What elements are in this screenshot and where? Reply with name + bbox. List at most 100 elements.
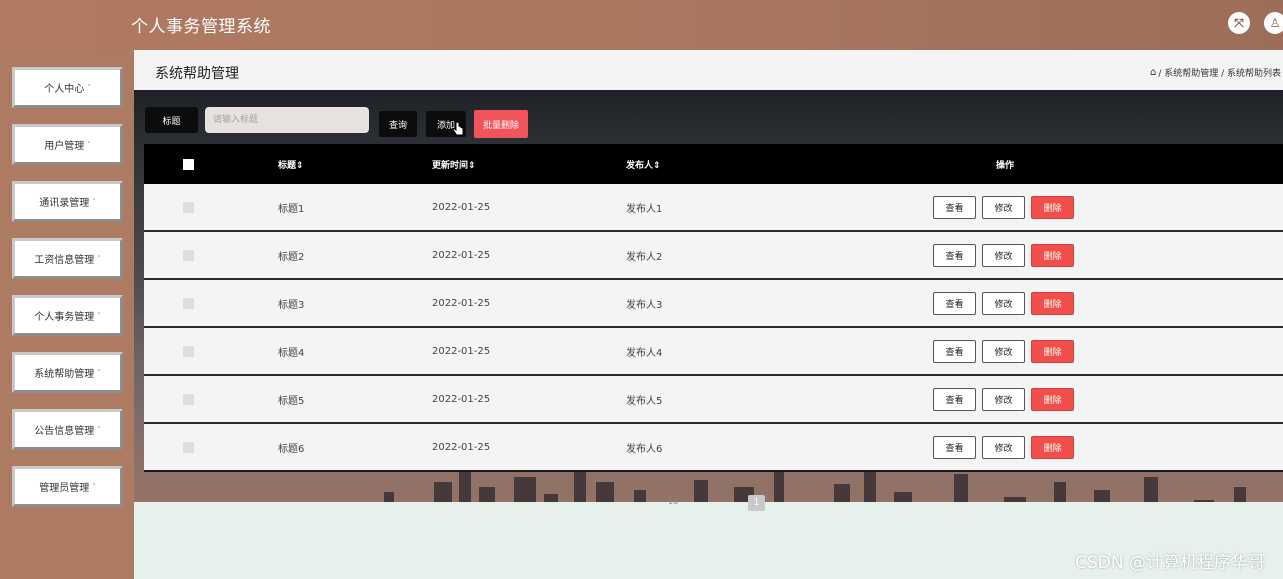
row-checkbox[interactable] — [183, 345, 194, 357]
row-checkbox[interactable] — [183, 249, 194, 261]
delete-button[interactable]: 删除 — [1031, 387, 1074, 411]
sidebar-item-salary[interactable]: 工资信息管理 ˅ — [12, 238, 123, 279]
sort-icon: ⇕ — [468, 160, 476, 171]
column-header-label: 发布人 — [626, 160, 654, 171]
search-input[interactable] — [205, 107, 369, 133]
delete-button[interactable]: 删除 — [1031, 195, 1074, 219]
delete-button[interactable]: 删除 — [1031, 339, 1074, 363]
table-row: 标题5 2022-01-25 发布人5 查看 修改 删除 — [144, 376, 1283, 424]
column-header-title[interactable]: 标题⇕ — [278, 158, 304, 171]
cell-time: 2022-01-25 — [432, 201, 491, 213]
cell-title: 标题1 — [278, 203, 305, 215]
delete-button[interactable]: 删除 — [1031, 435, 1074, 459]
sidebar-item-label: 通讯录管理 — [39, 198, 90, 209]
cell-time: 2022-01-25 — [432, 249, 491, 261]
cell-title: 标题5 — [278, 395, 305, 407]
home-icon[interactable]: ⌂ — [1150, 67, 1156, 78]
cell-author: 发布人2 — [626, 251, 663, 263]
edit-button[interactable]: 修改 — [982, 435, 1025, 459]
view-button[interactable]: 查看 — [933, 435, 976, 459]
sidebar-item-label: 用户管理 — [44, 141, 85, 152]
page-size-selector[interactable]: 10 — [668, 497, 678, 506]
page-header: 系统帮助管理 ⌂ / 系统帮助管理 / 系统帮助列表 — [134, 50, 1283, 90]
row-checkbox[interactable] — [183, 441, 194, 453]
query-button[interactable]: 查询 — [379, 111, 417, 137]
row-checkbox[interactable] — [183, 297, 194, 309]
row-checkbox[interactable] — [183, 393, 194, 405]
chevron-down-icon: ˅ — [97, 425, 101, 434]
sidebar-item-label: 系统帮助管理 — [34, 369, 95, 380]
table-row: 标题4 2022-01-25 发布人4 查看 修改 删除 — [144, 328, 1283, 376]
sidebar-item-label: 个人中心 — [44, 84, 85, 95]
cell-title: 标题4 — [278, 347, 305, 359]
cell-author: 发布人5 — [626, 395, 663, 407]
chevron-down-icon: ˅ — [97, 254, 101, 263]
chevron-down-icon: ˅ — [92, 197, 96, 206]
batch-delete-button[interactable]: 批量删除 — [474, 110, 528, 138]
cell-title: 标题2 — [278, 251, 305, 263]
view-button[interactable]: 查看 — [933, 195, 976, 219]
top-bar: 个人事务管理系统 ⤧ ♙ — [0, 0, 1283, 50]
chevron-down-icon: ˅ — [97, 311, 101, 320]
column-header-time[interactable]: 更新时间⇕ — [432, 158, 476, 171]
user-icon[interactable]: ♙ — [1264, 12, 1283, 34]
chevron-down-icon: ˅ — [87, 140, 91, 149]
sidebar: 个人中心 ˅ 用户管理 ˅ 通讯录管理 ˅ 工资信息管理 ˅ 个人事务管理 ˅ 系统帮助管… — [0, 50, 134, 579]
sort-icon: ⇕ — [296, 160, 304, 171]
view-button[interactable]: 查看 — [933, 243, 976, 267]
sidebar-item-contacts[interactable]: 通讯录管理 ˅ — [12, 181, 123, 222]
page-title: 系统帮助管理 — [155, 66, 239, 82]
edit-button[interactable]: 修改 — [982, 195, 1025, 219]
table-row: 标题6 2022-01-25 发布人6 查看 修改 删除 — [144, 424, 1283, 472]
sidebar-item-admins[interactable]: 管理员管理 ˅ — [12, 466, 123, 507]
breadcrumb: ⌂ / 系统帮助管理 / 系统帮助列表 — [1150, 66, 1281, 79]
table-row: 标题2 2022-01-25 发布人2 查看 修改 删除 — [144, 232, 1283, 280]
view-button[interactable]: 查看 — [933, 387, 976, 411]
cell-author: 发布人3 — [626, 299, 663, 311]
main-content: 系统帮助管理 ⌂ / 系统帮助管理 / 系统帮助列表 标题 请输入标题 查询 添… — [134, 50, 1283, 579]
sort-icon: ⇕ — [653, 160, 661, 171]
cell-author: 发布人4 — [626, 347, 663, 359]
cell-time: 2022-01-25 — [432, 393, 491, 405]
app-title: 个人事务管理系统 — [131, 17, 271, 37]
table-row: 标题1 2022-01-25 发布人1 查看 修改 删除 — [144, 184, 1283, 232]
chevron-down-icon: ˅ — [87, 83, 91, 92]
sidebar-item-label: 管理员管理 — [39, 483, 90, 494]
table-header: 标题⇕ 更新时间⇕ 发布人⇕ 操作 — [144, 144, 1283, 184]
edit-button[interactable]: 修改 — [982, 339, 1025, 363]
column-header-actions: 操作 — [996, 160, 1015, 171]
edit-button[interactable]: 修改 — [982, 387, 1025, 411]
cell-title: 标题3 — [278, 299, 305, 311]
sidebar-item-personal-affairs[interactable]: 个人事务管理 ˅ — [12, 295, 123, 336]
view-button[interactable]: 查看 — [933, 291, 976, 315]
sidebar-item-announcements[interactable]: 公告信息管理 ˅ — [12, 409, 123, 450]
cell-author: 发布人1 — [626, 203, 663, 215]
delete-button[interactable]: 删除 — [1031, 291, 1074, 315]
data-table: 标题⇕ 更新时间⇕ 发布人⇕ 操作 标题1 2022-01-25 发布人1 查看… — [144, 144, 1283, 472]
edit-button[interactable]: 修改 — [982, 291, 1025, 315]
search-title-label: 标题 — [145, 107, 198, 133]
sidebar-item-users[interactable]: 用户管理 ˅ — [12, 124, 123, 165]
cell-author: 发布人6 — [626, 443, 663, 455]
chevron-down-icon: ˅ — [92, 482, 96, 491]
column-header-author[interactable]: 发布人⇕ — [626, 158, 661, 171]
fullscreen-icon[interactable]: ⤧ — [1228, 12, 1250, 34]
cell-time: 2022-01-25 — [432, 297, 491, 309]
breadcrumb-path: / 系统帮助管理 / 系统帮助列表 — [1158, 69, 1281, 79]
pagination-page-button[interactable]: 1 — [748, 495, 765, 511]
sidebar-item-label: 公告信息管理 — [34, 426, 95, 437]
cell-time: 2022-01-25 — [432, 441, 491, 453]
select-all-checkbox[interactable] — [183, 158, 194, 170]
hand-cursor-icon — [452, 121, 464, 136]
watermark-text: CSDN @计算机程序华哥 — [1075, 553, 1265, 573]
column-header-label: 更新时间 — [432, 160, 469, 171]
chevron-down-icon: ˅ — [97, 368, 101, 377]
view-button[interactable]: 查看 — [933, 339, 976, 363]
edit-button[interactable]: 修改 — [982, 243, 1025, 267]
sidebar-item-personal-center[interactable]: 个人中心 ˅ — [12, 67, 123, 108]
delete-button[interactable]: 删除 — [1031, 243, 1074, 267]
sidebar-item-system-help[interactable]: 系统帮助管理 ˅ — [12, 352, 123, 393]
row-checkbox[interactable] — [183, 201, 194, 213]
sidebar-item-label: 个人事务管理 — [34, 312, 95, 323]
sidebar-item-label: 工资信息管理 — [34, 255, 95, 266]
